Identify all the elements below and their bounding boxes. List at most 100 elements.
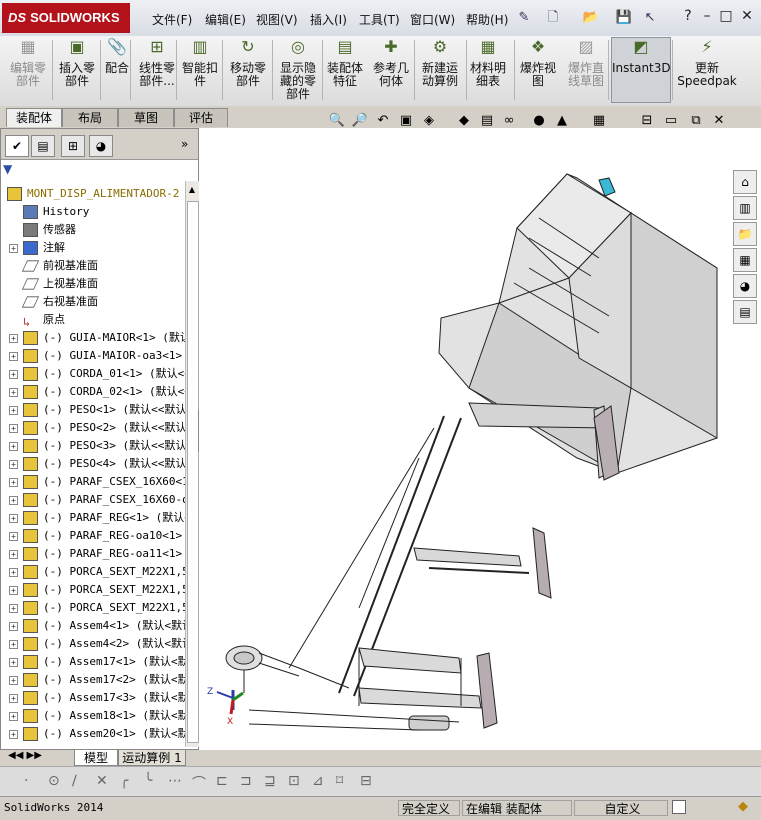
- expand-plus-icon[interactable]: +: [9, 712, 18, 721]
- tree-item-annot[interactable]: + 注解: [1, 239, 185, 257]
- expand-plus-icon[interactable]: +: [9, 352, 18, 361]
- sketch-tool-icon[interactable]: ⊙: [48, 773, 60, 789]
- sketch-tool-icon[interactable]: ╰: [144, 773, 152, 789]
- sketch-tool-icon[interactable]: ✕: [96, 773, 108, 789]
- menu-file[interactable]: 文件(F): [152, 11, 192, 28]
- tree-item-part[interactable]: + (-) PESO<2> (默认<<默认>: [1, 419, 185, 437]
- tree-item-part[interactable]: + (-) PARAF_REG-oa11<1> (默: [1, 545, 185, 563]
- expand-plus-icon[interactable]: +: [9, 424, 18, 433]
- tag-icon[interactable]: ◆: [738, 799, 748, 814]
- expand-plus-icon[interactable]: +: [9, 496, 18, 505]
- display-manager-tab-icon[interactable]: ◕: [89, 135, 113, 157]
- menu-help[interactable]: 帮助(H): [466, 11, 508, 28]
- expand-plus-icon[interactable]: +: [9, 532, 18, 541]
- expand-plus-icon[interactable]: +: [9, 244, 18, 253]
- new-document-icon[interactable]: 🗋: [543, 8, 563, 28]
- mate-button[interactable]: 📎 配合: [104, 36, 130, 104]
- sketch-tool-icon[interactable]: ·: [24, 773, 28, 789]
- property-manager-tab-icon[interactable]: ▤: [31, 135, 55, 157]
- tree-item-part[interactable]: + (-) PARAF_CSEX_16X60<1>: [1, 473, 185, 491]
- tree-item-part[interactable]: + (-) PARAF_CSEX_16X60-oa9: [1, 491, 185, 509]
- scroll-up-icon[interactable]: ▲: [187, 185, 197, 195]
- minimize-icon[interactable]: –: [697, 7, 717, 25]
- tree-item-plane[interactable]: 右视基准面: [1, 293, 185, 311]
- tree-item-part[interactable]: + (-) CORDA_02<1> (默认<<默: [1, 383, 185, 401]
- explode-line-sketch-button[interactable]: ▨ 爆炸直 线草图: [564, 36, 608, 104]
- new-motion-study-button[interactable]: ⚙ 新建运 动算例: [418, 36, 462, 104]
- open-folder-icon[interactable]: 📂: [581, 8, 601, 28]
- edit-component-button[interactable]: ▦ 编辑零 部件: [2, 36, 54, 104]
- sketch-tool-icon[interactable]: ⊡: [288, 773, 300, 789]
- tree-item-part[interactable]: + (-) PESO<4> (默认<<默认>: [1, 455, 185, 473]
- smart-fasteners-button[interactable]: ▥ 智能扣 件: [180, 36, 220, 104]
- tree-item-part[interactable]: + (-) GUIA-MAIOR<1> (默认<: [1, 329, 185, 347]
- tab-motion-study[interactable]: 运动算例 1: [118, 750, 186, 766]
- tab-layout[interactable]: 布局: [62, 108, 118, 127]
- tree-item-part[interactable]: + (-) PORCA_SEXT_M22X1,5-M: [1, 599, 185, 617]
- expand-plus-icon[interactable]: +: [9, 550, 18, 559]
- menu-window[interactable]: 窗口(W): [410, 11, 455, 28]
- tree-item-asm[interactable]: + (-) Assem4<1> (默认<默认: [1, 617, 185, 635]
- feature-manager-tab-icon[interactable]: ✔: [5, 135, 29, 157]
- linear-pattern-button[interactable]: ⊞ 线性零 部件...: [136, 36, 178, 104]
- file-explorer-icon[interactable]: 📁: [733, 222, 757, 246]
- instant3d-button[interactable]: ◩ Instant3D: [612, 36, 671, 104]
- help-question-icon[interactable]: ?: [678, 7, 698, 25]
- tree-item-sensor[interactable]: 传感器: [1, 221, 185, 239]
- expand-plus-icon[interactable]: +: [9, 604, 18, 613]
- scroll-thumb[interactable]: [187, 201, 199, 743]
- sketch-tool-icon[interactable]: ⊐: [240, 773, 252, 789]
- expand-plus-icon[interactable]: +: [9, 622, 18, 631]
- tree-item-part[interactable]: + (-) CORDA_01<1> (默认<<默: [1, 365, 185, 383]
- expand-plus-icon[interactable]: +: [9, 730, 18, 739]
- save-icon[interactable]: 💾: [614, 8, 634, 28]
- exploded-view-button[interactable]: ❖ 爆炸视 图: [516, 36, 560, 104]
- select-pointer-icon[interactable]: ↖: [640, 8, 660, 28]
- tree-item-asm[interactable]: + (-) Assem17<2> (默认<默认: [1, 671, 185, 689]
- tree-item-history[interactable]: History: [1, 203, 185, 221]
- move-component-button[interactable]: ↻ 移动零 部件: [226, 36, 270, 104]
- expand-plus-icon[interactable]: +: [9, 406, 18, 415]
- tree-item-asm[interactable]: + (-) Assem4<2> (默认<默认: [1, 635, 185, 653]
- configuration-manager-tab-icon[interactable]: ⊞: [61, 135, 85, 157]
- tab-model[interactable]: 模型: [74, 750, 118, 766]
- tree-item-plane[interactable]: 上视基准面: [1, 275, 185, 293]
- close-icon[interactable]: ✕: [737, 7, 757, 25]
- sketch-tool-icon[interactable]: ⊟: [360, 773, 372, 789]
- tab-assembly[interactable]: 装配体: [6, 108, 62, 127]
- tree-vertical-scrollbar[interactable]: ▲ ▼: [185, 181, 199, 764]
- bill-of-materials-button[interactable]: ▦ 材料明 细表: [468, 36, 508, 104]
- menu-view[interactable]: 视图(V): [256, 11, 298, 28]
- tree-item-part[interactable]: + (-) PESO<1> (默认<<默认>: [1, 401, 185, 419]
- tree-item-part[interactable]: + (-) PARAF_REG<1> (默认<<: [1, 509, 185, 527]
- update-speedpak-button[interactable]: ⚡ 更新 Speedpak: [676, 36, 738, 104]
- tree-item-root[interactable]: MONT_DISP_ALIMENTADOR-2: [1, 185, 185, 203]
- menu-edit[interactable]: 编辑(E): [205, 11, 246, 28]
- sketch-tool-icon[interactable]: ⊿: [312, 773, 324, 789]
- tree-item-plane[interactable]: 前视基准面: [1, 257, 185, 275]
- sketch-tool-icon[interactable]: ⊒: [264, 773, 276, 789]
- expand-plus-icon[interactable]: +: [9, 568, 18, 577]
- expand-plus-icon[interactable]: +: [9, 658, 18, 667]
- design-library-icon[interactable]: ▥: [733, 196, 757, 220]
- expand-plus-icon[interactable]: +: [9, 478, 18, 487]
- tab-evaluate[interactable]: 评估: [174, 108, 228, 127]
- expand-plus-icon[interactable]: +: [9, 370, 18, 379]
- quick-tips-icon[interactable]: [672, 800, 686, 814]
- custom-properties-icon[interactable]: ▤: [733, 300, 757, 324]
- sketch-tool-icon[interactable]: ⋯: [168, 773, 182, 789]
- menu-tools[interactable]: 工具(T): [359, 11, 400, 28]
- expand-chevron-icon[interactable]: »: [181, 137, 188, 151]
- expand-plus-icon[interactable]: +: [9, 514, 18, 523]
- tab-sketch[interactable]: 草图: [118, 108, 174, 127]
- view-palette-icon[interactable]: ▦: [733, 248, 757, 272]
- sketch-tool-icon[interactable]: ∕: [72, 773, 77, 789]
- menu-insert[interactable]: 插入(I): [310, 11, 347, 28]
- sketch-tool-icon[interactable]: ╭: [120, 773, 128, 789]
- expand-plus-icon[interactable]: +: [9, 388, 18, 397]
- pin-icon[interactable]: ✎: [514, 8, 534, 28]
- expand-plus-icon[interactable]: +: [9, 586, 18, 595]
- appearances-icon[interactable]: ◕: [733, 274, 757, 298]
- expand-plus-icon[interactable]: +: [9, 694, 18, 703]
- graphics-area[interactable]: Z X: [199, 128, 761, 750]
